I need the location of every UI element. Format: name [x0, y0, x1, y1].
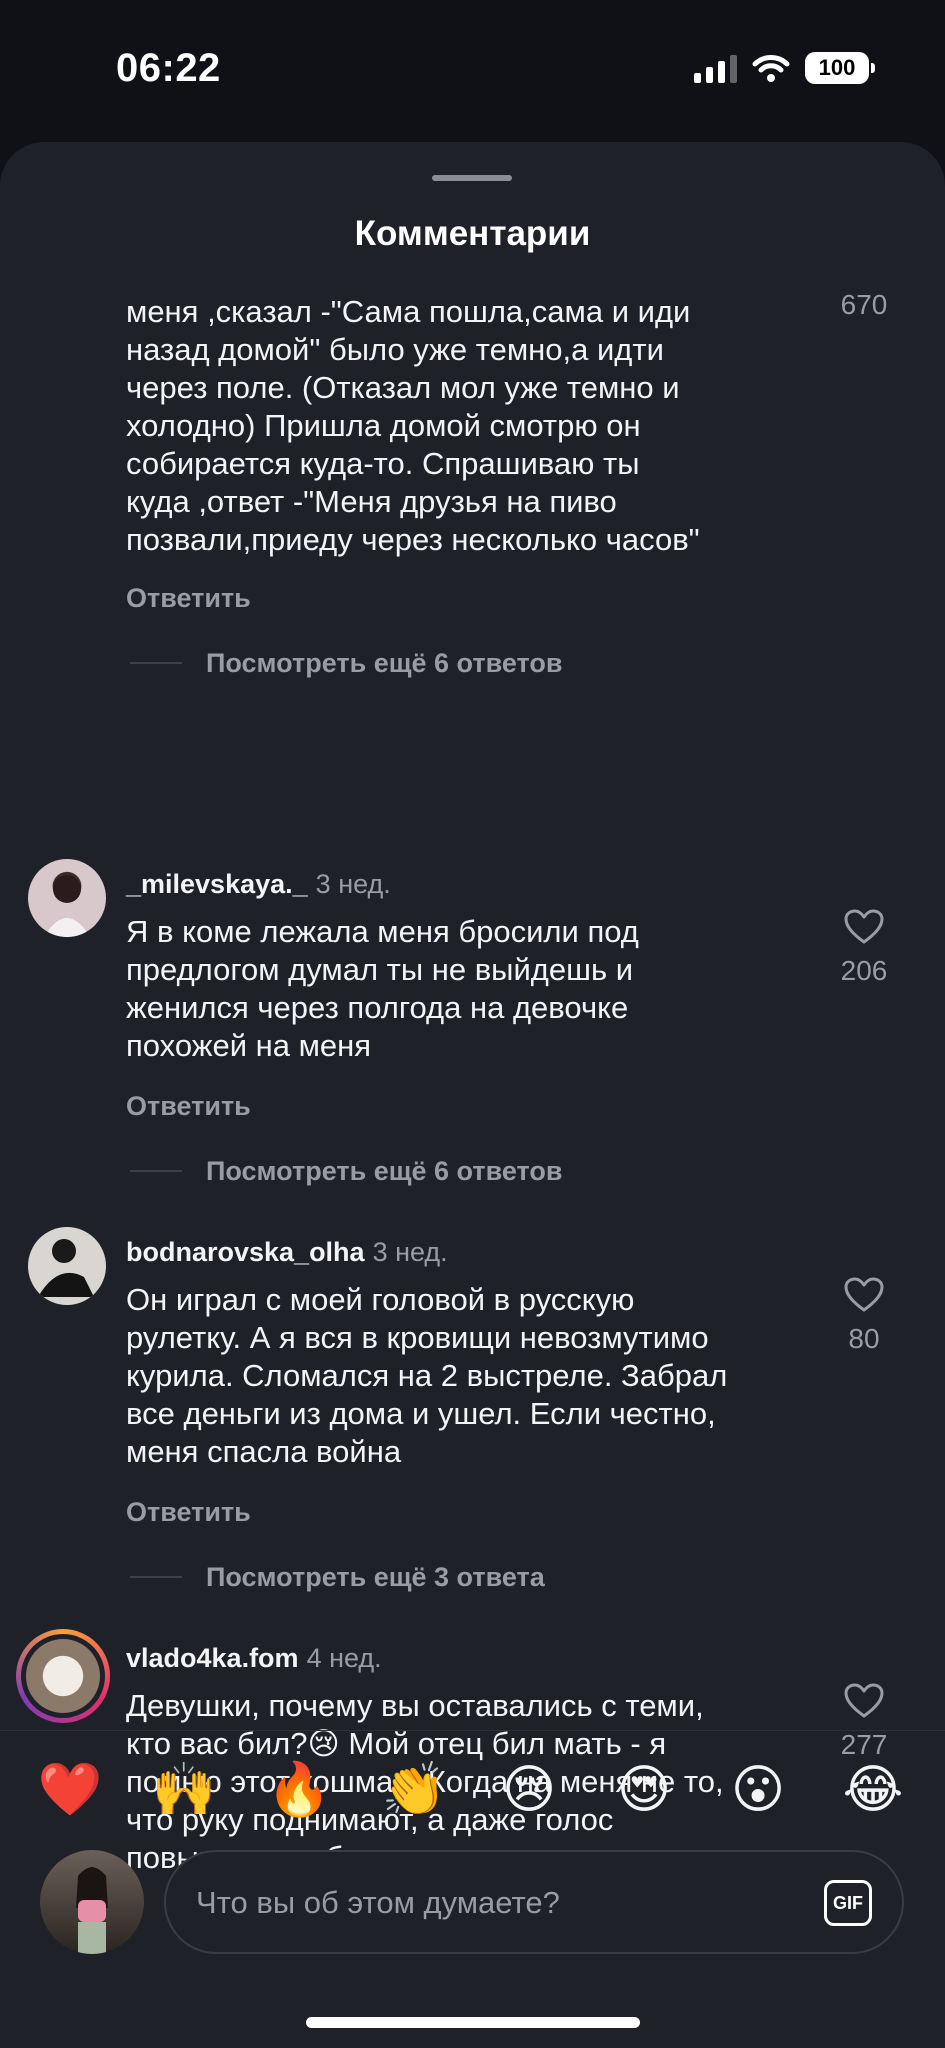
comment-header: vlado4ka.fom 4 нед. — [126, 1643, 382, 1674]
gif-button[interactable]: GIF — [824, 1880, 872, 1926]
like-count: 206 — [840, 955, 888, 986]
heart-icon — [844, 1683, 884, 1718]
heart-icon — [844, 1277, 884, 1312]
composer-divider — [0, 1730, 945, 1731]
like-button[interactable]: 670 — [829, 287, 899, 321]
comment-username[interactable]: _milevskaya._ — [126, 869, 308, 899]
current-user-avatar — [40, 1850, 144, 1954]
comment-header: _milevskaya._ 3 нед. — [126, 869, 391, 900]
replies-divider — [130, 1576, 182, 1578]
comment-username[interactable]: bodnarovska_olha — [126, 1237, 365, 1267]
reply-button[interactable]: Ответить — [126, 1497, 251, 1528]
comment-time: 3 нед. — [372, 1237, 448, 1267]
like-count: 670 — [840, 289, 888, 320]
view-more-replies[interactable]: Посмотреть ещё 6 ответов — [130, 643, 562, 683]
home-indicator — [306, 2017, 640, 2028]
reply-button[interactable]: Ответить — [126, 583, 251, 614]
cellular-signal-icon — [694, 53, 737, 83]
avatar[interactable] — [28, 859, 106, 937]
comment-input[interactable] — [194, 1852, 758, 1954]
comment-time: 4 нед. — [306, 1643, 382, 1673]
emoji-heart-button[interactable]: ❤️ — [32, 1752, 108, 1828]
status-icons: 100 — [694, 52, 875, 84]
emoji-fire-button[interactable]: 🔥 — [261, 1752, 337, 1828]
comment-username[interactable]: vlado4ka.fom — [126, 1643, 299, 1673]
like-button[interactable]: 80 — [829, 1277, 899, 1355]
comment-text: Я в коме лежала меня бросили под предлог… — [126, 914, 639, 1063]
like-count: 80 — [848, 1323, 880, 1354]
comment-header: bodnarovska_olha 3 нед. — [126, 1237, 448, 1268]
battery-icon: 100 — [805, 52, 875, 84]
comment-text: Он играл с моей головой в русскую рулетк… — [126, 1282, 728, 1469]
view-more-replies[interactable]: Посмотреть ещё 3 ответа — [130, 1557, 545, 1597]
comments-list[interactable]: 670 меня ,сказал -"Сама пошла,сама и иди… — [0, 287, 945, 1872]
comment-time: 3 нед. — [315, 869, 391, 899]
status-bar: 06:22 100 — [0, 0, 945, 140]
view-more-replies[interactable]: Посмотреть ещё 6 ответов — [130, 1151, 562, 1191]
emoji-clap-button[interactable]: 👏 — [376, 1752, 452, 1828]
avatar[interactable] — [16, 1629, 110, 1723]
like-button[interactable]: 277 — [829, 1683, 899, 1761]
sheet-title: Комментарии — [354, 214, 591, 253]
reply-button[interactable]: Ответить — [126, 1091, 251, 1122]
comment-input-field[interactable]: GIF — [164, 1850, 904, 1954]
emoji-crying-button[interactable]: 😢 — [491, 1752, 567, 1828]
emoji-surprised-button[interactable]: 😮 — [720, 1752, 796, 1828]
replies-divider — [130, 1170, 182, 1172]
wifi-icon — [752, 55, 790, 82]
heart-icon — [844, 909, 884, 944]
emoji-heart-eyes-button[interactable]: 😍 — [606, 1752, 682, 1828]
status-time: 06:22 — [116, 46, 221, 90]
emoji-reaction-bar: ❤️ 🙌 🔥 👏 😢 😍 😮 😂 — [0, 1752, 945, 1828]
emoji-laughing-button[interactable]: 😂 — [835, 1752, 911, 1828]
avatar[interactable] — [28, 1227, 106, 1305]
like-button[interactable]: 206 — [829, 909, 899, 987]
comment-text: меня ,сказал -"Сама пошла,сама и иди наз… — [126, 294, 700, 557]
sheet-grabber[interactable] — [432, 175, 512, 181]
replies-divider — [130, 662, 182, 664]
emoji-raised-hands-button[interactable]: 🙌 — [146, 1752, 222, 1828]
